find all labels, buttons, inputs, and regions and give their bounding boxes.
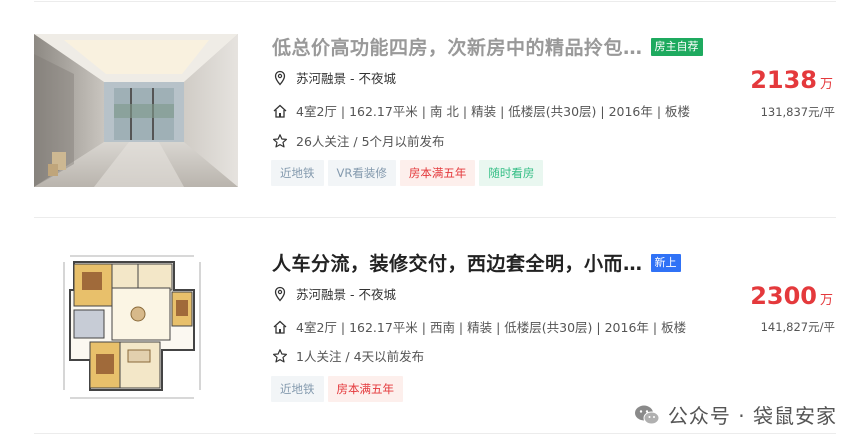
watermark-text: 公众号 · 袋鼠安家 — [667, 404, 837, 428]
total-price-value: 2300 — [750, 282, 817, 310]
total-price: 2300 万 — [750, 282, 833, 310]
listing-title[interactable]: 人车分流，装修交付，西边套全明，小而… — [272, 249, 643, 276]
listing-divider — [34, 217, 836, 218]
label-near-subway: 近地铁 — [271, 376, 324, 402]
star-icon — [273, 348, 287, 362]
location-pin-icon — [274, 286, 286, 301]
total-price-unit: 万 — [819, 293, 833, 308]
listing-card[interactable]: 人车分流，装修交付，西边套全明，小而… 新上 苏河融景 - 不夜城 4室2厅 |… — [0, 0, 865, 403]
wechat-watermark: 公众号 · 袋鼠安家 — [634, 400, 837, 429]
listing-photo-floorplan[interactable] — [34, 250, 238, 403]
follow-row: 1人关注 / 4天以前发布 — [272, 346, 424, 365]
details-row: 4室2厅 | 162.17平米 | 西南 | 精装 | 低楼层(共30层) | … — [272, 317, 686, 336]
wechat-icon — [634, 405, 660, 424]
feature-labels: 近地铁 房本满五年 — [271, 376, 407, 402]
bottom-divider — [34, 433, 836, 434]
new-listing-badge: 新上 — [650, 253, 681, 272]
label-five-years: 房本满五年 — [327, 376, 403, 402]
location-row: 苏河融景 - 不夜城 — [272, 284, 396, 303]
unit-price: 141,827元/平 — [760, 320, 835, 334]
location-text[interactable]: 苏河融景 - 不夜城 — [296, 284, 396, 303]
house-icon — [273, 320, 287, 334]
follow-text: 1人关注 / 4天以前发布 — [296, 349, 425, 364]
details-text: 4室2厅 | 162.17平米 | 西南 | 精装 | 低楼层(共30层) | … — [296, 320, 687, 335]
